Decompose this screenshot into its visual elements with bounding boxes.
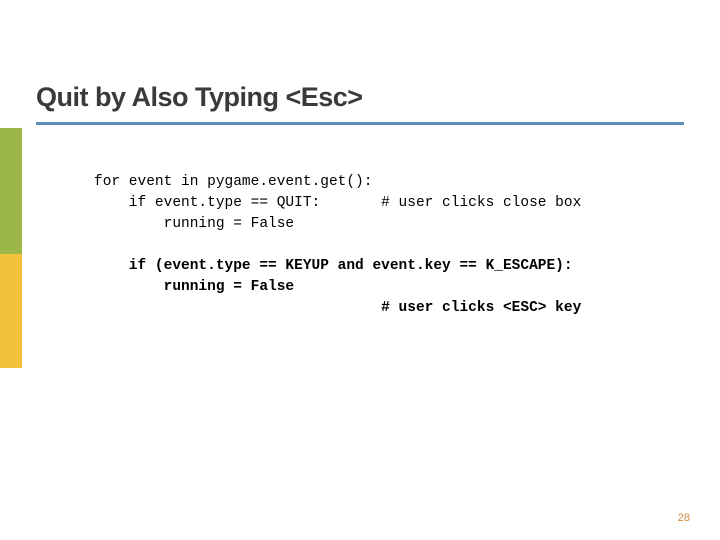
title-underline	[36, 122, 684, 125]
code-line-5: if (event.type == KEYUP and event.key ==…	[94, 258, 573, 274]
code-line-1: for event in pygame.event.get():	[94, 174, 372, 190]
page-number: 28	[678, 512, 690, 524]
code-line-2: if event.type == QUIT: # user clicks clo…	[94, 195, 581, 211]
code-line-3: running = False	[94, 216, 294, 232]
slide-canvas: Quit by Also Typing <Esc> for event in p…	[0, 0, 720, 540]
sidebar-yellow	[0, 254, 22, 368]
code-line-6: running = False	[94, 279, 294, 295]
code-line-7: # user clicks <ESC> key	[94, 300, 581, 316]
code-block: for event in pygame.event.get(): if even…	[94, 172, 581, 319]
slide-title: Quit by Also Typing <Esc>	[36, 82, 363, 113]
